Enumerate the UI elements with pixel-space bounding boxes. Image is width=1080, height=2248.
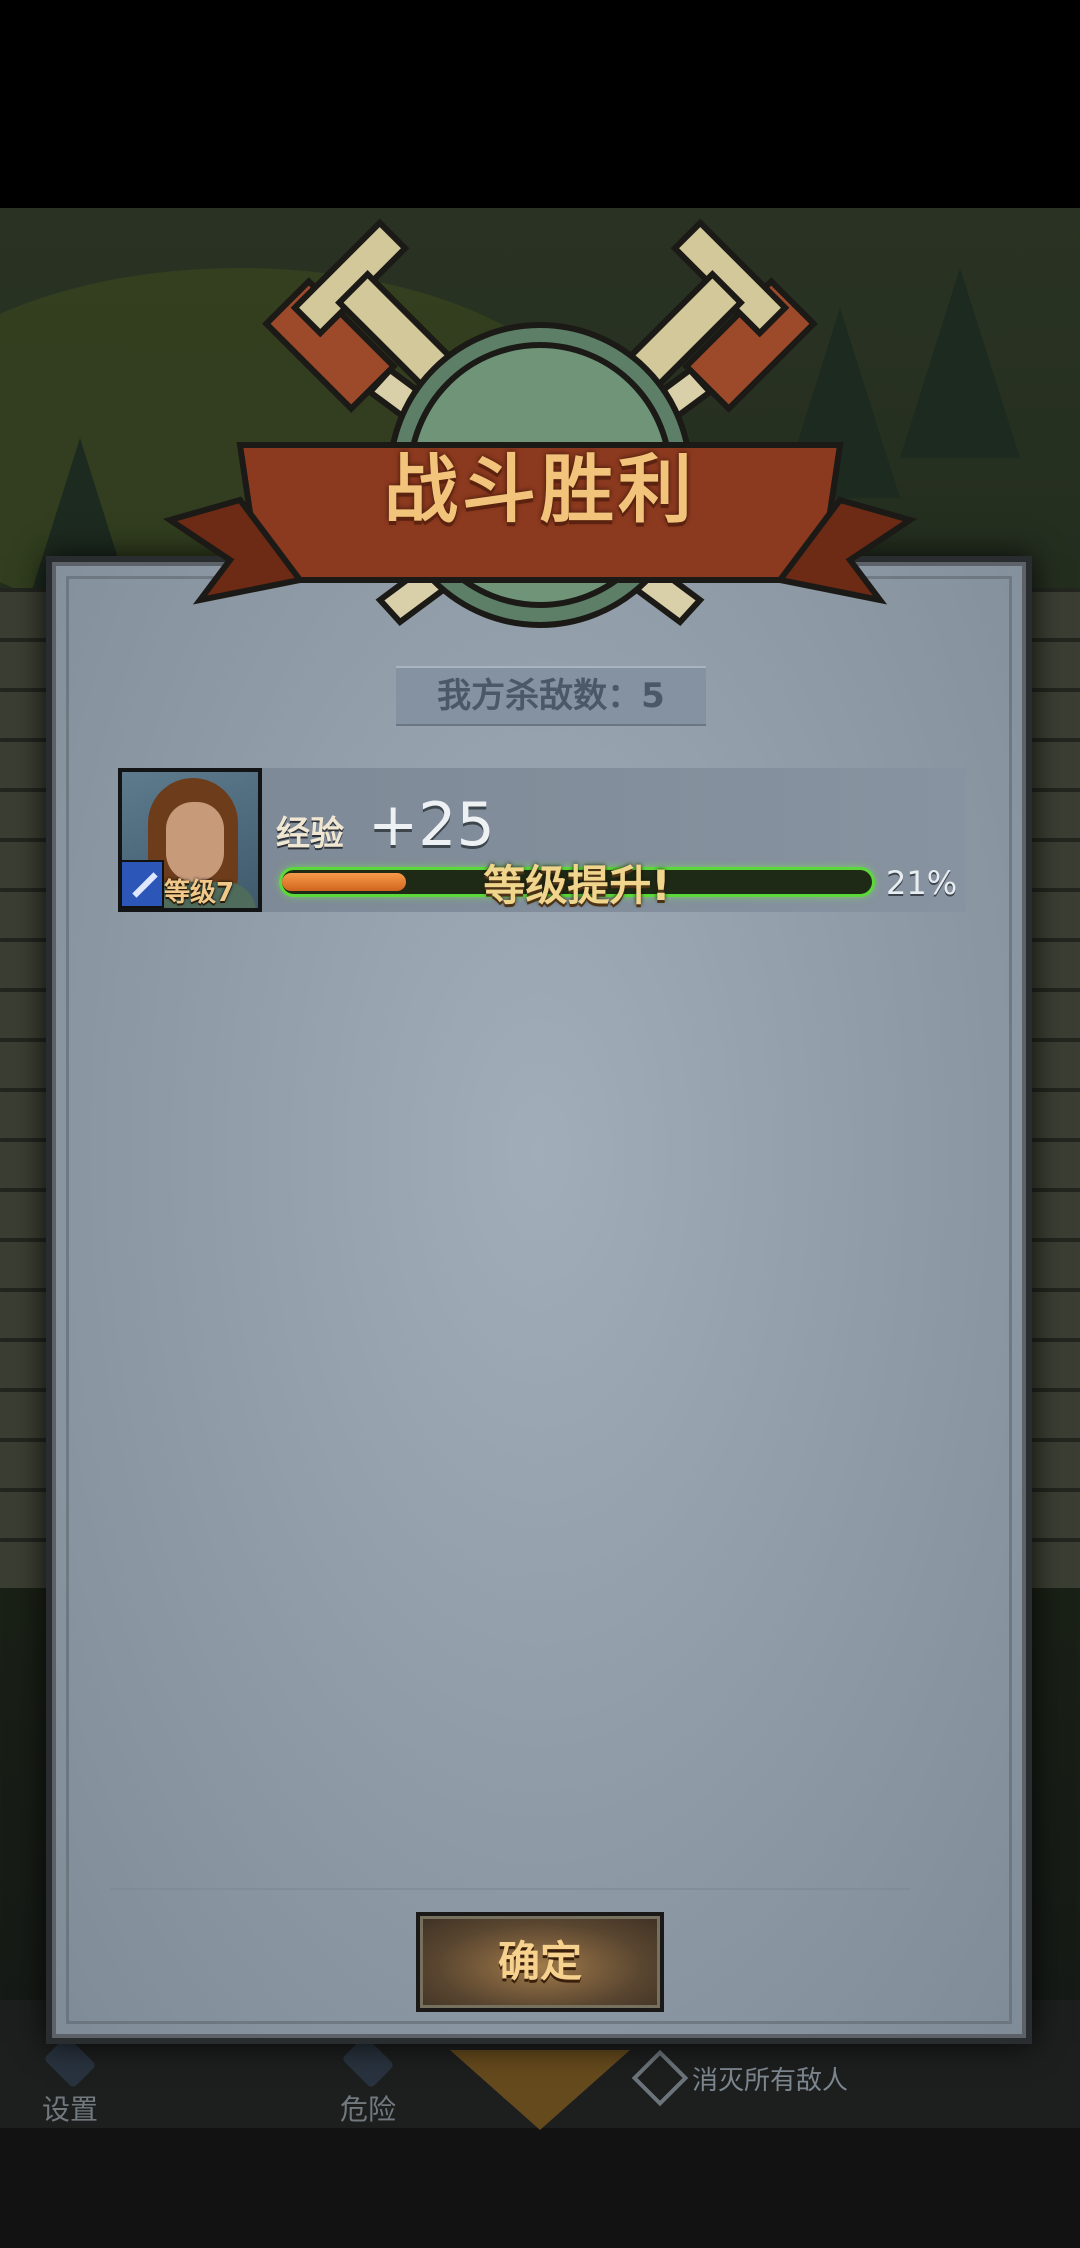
bottom-floor <box>0 2128 1080 2248</box>
sword-class-icon <box>120 860 164 908</box>
victory-title: 战斗胜利 <box>384 447 696 533</box>
confirm-button-label: 确定 <box>497 1937 582 1986</box>
button-divider <box>110 1888 910 1890</box>
danger-label: 危险 <box>339 2093 396 2126</box>
settings-nav-item[interactable]: 设置 <box>20 2035 120 2128</box>
confirm-button[interactable]: 确定 <box>416 1912 664 2012</box>
settings-label: 设置 <box>41 2093 98 2126</box>
exp-label: 经验 <box>276 814 344 854</box>
crossed-swords-icon <box>631 2049 689 2107</box>
level-up-text: 等级提升! <box>483 861 671 910</box>
hero-level-label: 等级7 <box>164 878 235 908</box>
objective-indicator: 消灭所有敌人 <box>631 2049 849 2107</box>
status-bar-area <box>0 0 1080 208</box>
objective-text: 消灭所有敌人 <box>692 2065 849 2096</box>
exp-gain-value: +25 <box>368 790 495 860</box>
danger-nav-item[interactable]: 危险 <box>318 2035 418 2128</box>
exp-progress-percent: 21% <box>886 864 958 902</box>
kill-count-text: 我方杀敌数：5 <box>437 676 665 716</box>
